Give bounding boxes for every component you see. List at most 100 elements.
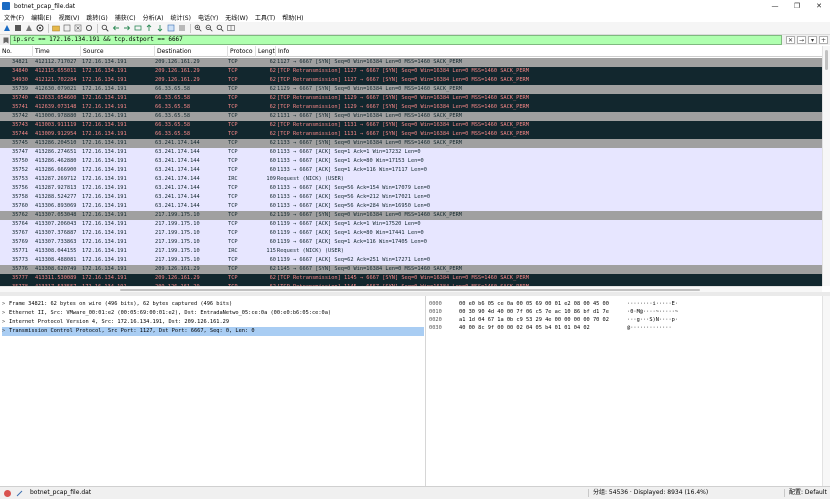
menu-statistics[interactable]: 统计(S): [167, 13, 194, 22]
reload-icon[interactable]: [84, 24, 93, 33]
packet-row[interactable]: 35762 413307.053048 172.16.134.191 217.199.…: [0, 211, 822, 220]
packet-row[interactable]: 34930 412121.702284 172.16.134.191 209.126.…: [0, 76, 822, 85]
recent-filters-dropdown[interactable]: ▾: [808, 36, 817, 44]
detail-tree-item[interactable]: > Ethernet II, Src: VMware_00:01:e2 (00:0…: [2, 309, 424, 318]
apply-filter-button[interactable]: →: [797, 36, 806, 44]
detail-tree-item[interactable]: > Internet Protocol Version 4, Src: 172.1…: [2, 318, 424, 327]
expand-arrow-icon[interactable]: >: [2, 300, 9, 309]
packet-row[interactable]: 35753 413287.269712 172.16.134.191 63.241.1…: [0, 175, 822, 184]
packet-row[interactable]: 35776 413308.620749 172.16.134.191 209.126.…: [0, 265, 822, 274]
column-header-source[interactable]: Source: [81, 46, 155, 57]
go-to-packet-icon[interactable]: [133, 24, 142, 33]
zoom-in-icon[interactable]: [193, 24, 202, 33]
expand-arrow-icon[interactable]: >: [2, 309, 9, 318]
expert-info-icon[interactable]: [4, 489, 11, 497]
menu-tools[interactable]: 工具(T): [252, 13, 278, 22]
packet-length: 62: [269, 68, 276, 74]
packet-row[interactable]: 35739 412630.079021 172.16.134.191 66.33.65…: [0, 85, 822, 94]
packet-row[interactable]: 35764 413307.206043 172.16.134.191 217.199.…: [0, 220, 822, 229]
detail-tree-label: Frame 34821: 62 bytes on wire (496 bits)…: [9, 301, 233, 307]
maximize-button[interactable]: ❐: [786, 0, 808, 12]
packet-row[interactable]: 35740 412633.054600 172.16.134.191 66.33.65…: [0, 94, 822, 103]
menu-go[interactable]: 跳转(G): [83, 13, 110, 22]
bytes-pane-scrollbar[interactable]: [822, 296, 830, 486]
autoscroll-icon[interactable]: [166, 24, 175, 33]
packet-list[interactable]: 34821 412112.717027 172.16.134.191 209.126.…: [0, 58, 822, 286]
packet-destination: 63.241.174.144: [155, 140, 200, 146]
resize-columns-icon[interactable]: [226, 24, 235, 33]
packet-row[interactable]: 35742 413000.978880 172.16.134.191 66.33.65…: [0, 112, 822, 121]
packet-row[interactable]: 35745 413286.204510 172.16.134.191 63.241.1…: [0, 139, 822, 148]
hex-row[interactable]: 0030 40 00 8c 9f 00 00 02 04 05 b4 01 01 …: [429, 324, 819, 332]
go-last-icon[interactable]: [155, 24, 164, 33]
display-filter-input[interactable]: ip.src == 172.16.134.191 && tcp.dstport …: [10, 35, 782, 45]
close-file-icon[interactable]: [73, 24, 82, 33]
menu-help[interactable]: 帮助(H): [279, 13, 306, 22]
menu-view[interactable]: 视图(V): [56, 13, 83, 22]
packet-row[interactable]: 35750 413286.462880 172.16.134.191 63.241.1…: [0, 157, 822, 166]
packet-row[interactable]: 35741 412639.073148 172.16.134.191 66.33.65…: [0, 103, 822, 112]
shark-fin-start-icon[interactable]: [2, 24, 11, 33]
bookmark-icon[interactable]: [2, 36, 10, 44]
go-first-icon[interactable]: [144, 24, 153, 33]
packet-length: 62: [269, 86, 276, 92]
packet-list-vertical-scrollbar[interactable]: [822, 46, 830, 286]
save-file-icon[interactable]: [62, 24, 71, 33]
restart-icon[interactable]: [24, 24, 33, 33]
add-filter-button[interactable]: +: [819, 36, 828, 44]
packet-row[interactable]: 35752 413286.666900 172.16.134.191 63.241.1…: [0, 166, 822, 175]
packet-row[interactable]: 35743 413003.911119 172.16.134.191 66.33.65…: [0, 121, 822, 130]
expand-arrow-icon[interactable]: >: [2, 327, 9, 336]
packet-row[interactable]: 34840 412115.655011 172.16.134.191 209.126.…: [0, 67, 822, 76]
packet-row[interactable]: 35760 413306.893069 172.16.134.191 63.241.1…: [0, 202, 822, 211]
detail-tree-item[interactable]: > Frame 34821: 62 bytes on wire (496 bits…: [2, 300, 424, 309]
menu-telephony[interactable]: 电话(Y): [195, 13, 221, 22]
hex-row[interactable]: 0000 00 e0 b6 05 ce 0a 00 05 69 00 01 e2 …: [429, 300, 819, 308]
column-header-destination[interactable]: Destination: [155, 46, 228, 57]
detail-tree-item-selected[interactable]: > Transmission Control Protocol, Src Port…: [2, 327, 424, 336]
column-header-no[interactable]: No.: [0, 46, 33, 57]
packet-row[interactable]: 35769 413307.733863 172.16.134.191 217.199.…: [0, 238, 822, 247]
menu-capture[interactable]: 捕获(C): [112, 13, 139, 22]
colorize-icon[interactable]: [177, 24, 186, 33]
clear-filter-button[interactable]: ✕: [786, 36, 795, 44]
stop-square-icon[interactable]: [13, 24, 22, 33]
column-header-time[interactable]: Time: [33, 46, 81, 57]
column-header-info[interactable]: Info: [276, 46, 822, 57]
packet-row-selected[interactable]: 34821 412112.717027 172.16.134.191 209.126.…: [0, 58, 822, 68]
expand-arrow-icon[interactable]: >: [2, 318, 9, 327]
close-window-button[interactable]: ✕: [808, 0, 830, 12]
open-folder-icon[interactable]: [51, 24, 60, 33]
menu-edit[interactable]: 编辑(E): [28, 13, 54, 22]
packet-row[interactable]: 35767 413307.376887 172.16.134.191 217.199.…: [0, 229, 822, 238]
hex-row[interactable]: 0010 00 30 90 4d 40 00 7f 06 c5 7e ac 10 …: [429, 308, 819, 316]
hex-row[interactable]: 0020 a1 1d 04 67 1a 0b c9 53 29 4e 00 00 …: [429, 316, 819, 324]
packet-row[interactable]: 35773 413308.488081 172.16.134.191 217.199.…: [0, 256, 822, 265]
menu-file[interactable]: 文件(F): [1, 13, 27, 22]
packet-destination: 66.33.65.58: [155, 122, 191, 128]
find-magnifier-icon[interactable]: [100, 24, 109, 33]
capture-comment-icon[interactable]: [15, 489, 24, 498]
scrollbar-thumb[interactable]: [120, 289, 700, 291]
options-gear-icon[interactable]: [35, 24, 44, 33]
packet-bytes-pane[interactable]: 0000 00 e0 b6 05 ce 0a 00 05 69 00 01 e2 …: [427, 296, 822, 486]
status-profile[interactable]: 配置: Default: [789, 487, 827, 499]
menu-analyze[interactable]: 分析(A): [140, 13, 167, 22]
go-back-arrow-icon[interactable]: [111, 24, 120, 33]
packet-row[interactable]: 35744 413009.912954 172.16.134.191 66.33.65…: [0, 130, 822, 139]
packet-row[interactable]: 35747 413286.274651 172.16.134.191 63.241.1…: [0, 148, 822, 157]
column-header-length[interactable]: Lengt: [256, 46, 276, 57]
packet-details-tree[interactable]: > Frame 34821: 62 bytes on wire (496 bits…: [0, 296, 426, 486]
packet-row[interactable]: 35777 413311.530089 172.16.134.191 209.126.…: [0, 274, 822, 283]
column-header-protocol[interactable]: Protoco: [228, 46, 256, 57]
scrollbar-thumb[interactable]: [825, 50, 828, 70]
go-forward-arrow-icon[interactable]: [122, 24, 131, 33]
zoom-normal-icon[interactable]: [215, 24, 224, 33]
packet-row[interactable]: 35758 413288.524277 172.16.134.191 63.241.1…: [0, 193, 822, 202]
packet-row[interactable]: 35771 413308.044155 172.16.134.191 217.199.…: [0, 247, 822, 256]
menu-wireless[interactable]: 无线(W): [222, 13, 251, 22]
minimize-button[interactable]: —: [764, 0, 786, 12]
display-filter-bar: ip.src == 172.16.134.191 && tcp.dstport …: [0, 35, 830, 45]
packet-row[interactable]: 35756 413287.927813 172.16.134.191 63.241.1…: [0, 184, 822, 193]
zoom-out-icon[interactable]: [204, 24, 213, 33]
